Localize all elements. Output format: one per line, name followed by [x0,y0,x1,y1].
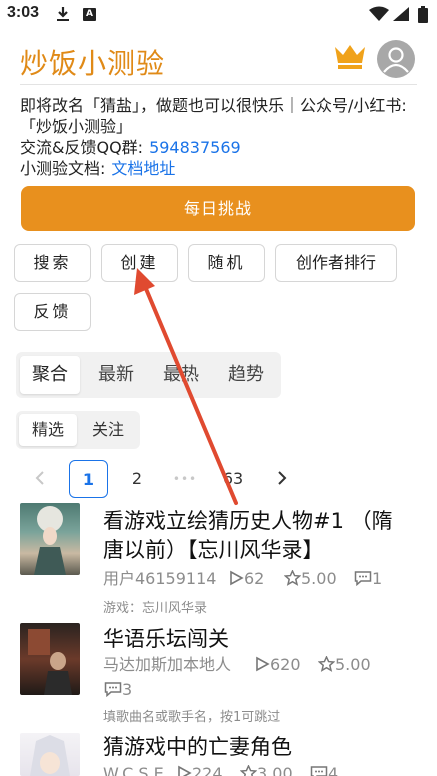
prev-page-button[interactable] [30,460,50,498]
doc-label: 小测验文档: [20,159,106,178]
item-thumbnail[interactable] [20,733,80,776]
header-divider [20,84,417,85]
crown-icon[interactable] [333,41,367,75]
page-next-number[interactable]: 2 [122,460,152,498]
page-last[interactable]: 63 [216,460,250,498]
tab-trending[interactable]: 趋势 [216,356,276,394]
star-icon [317,655,336,672]
signal-icon [392,6,410,26]
item-thumbnail[interactable] [20,503,80,575]
item-comments: 3 [104,680,132,700]
create-button[interactable]: 创建 [101,244,178,282]
page-current[interactable]: 1 [69,460,108,498]
item-comments: 1 [354,569,382,589]
comment-icon [310,766,328,776]
comment-icon [104,682,122,698]
notice-text: 即将改名「猜盐」，做题也可以很快乐｜公众号/小红书:「炒饭小测验」 [20,96,407,136]
tab-latest[interactable]: 最新 [86,356,146,394]
filter-tabs: 精选 关注 [16,411,140,449]
creator-rank-button[interactable]: 创作者排行 [275,244,397,282]
next-page-button[interactable] [272,460,292,498]
item-title[interactable]: 猜游戏中的亡妻角色 [103,733,413,762]
item-title[interactable]: 看游戏立绘猜历史人物#1 （隋唐以前）【忘川风华录】 [103,507,413,565]
status-time: 3:03 [7,4,40,21]
battery-icon [418,6,428,27]
comment-icon [354,571,372,587]
user-icon [383,47,409,73]
item-author[interactable]: 马达加斯加本地人 [103,655,231,675]
item-rating: 5.00 [317,655,371,675]
qq-number-link[interactable]: 594837569 [149,138,241,157]
item-title[interactable]: 华语乐坛闯关 [103,625,413,654]
star-icon [239,764,258,776]
item-plays: 620 [254,655,301,675]
item-rating: 5.00 [283,569,337,589]
item-comments: 4 [310,764,338,776]
app-title: 炒饭小测验 [20,47,166,80]
chevron-left-icon [35,471,44,485]
item-plays: 224 [176,764,223,776]
wifi-icon [369,6,389,26]
item-tag: 游戏：忘川风华录 [103,601,208,616]
item-author[interactable]: W.C.S.E [103,764,164,776]
item-plays: 62 [228,569,264,589]
search-button[interactable]: 搜索 [14,244,91,282]
item-rating: 3.00 [239,764,293,776]
doc-line: 小测验文档: 文档地址 [20,158,175,179]
random-button[interactable]: 随机 [188,244,265,282]
tab-aggregate[interactable]: 聚合 [20,356,80,394]
feedback-button[interactable]: 反馈 [14,293,91,331]
play-icon [256,656,270,672]
qq-group-line: 交流&反馈QQ群: 594837569 [20,137,241,158]
qq-label: 交流&反馈QQ群: [20,138,144,157]
chevron-right-icon [278,471,287,485]
play-icon [178,765,192,776]
status-bar: 3:03 A [0,0,437,30]
star-icon [283,569,302,586]
filter-following[interactable]: 关注 [79,414,137,446]
item-tag: 填歌曲名或歌手名，按1可跳过 [103,710,281,725]
doc-link[interactable]: 文档地址 [111,159,175,178]
page-ellipsis[interactable]: ••• [168,460,202,498]
play-icon [230,570,244,586]
tab-hottest[interactable]: 最热 [151,356,211,394]
item-author[interactable]: 用户46159114 [103,569,216,589]
daily-challenge-button[interactable]: 每日挑战 [21,186,415,231]
a-notification-icon: A [83,8,96,21]
filter-featured[interactable]: 精选 [19,414,77,446]
avatar[interactable] [377,40,415,78]
item-thumbnail[interactable] [20,623,80,695]
sort-tabs: 聚合 最新 最热 趋势 [16,352,281,398]
download-icon [56,6,70,26]
